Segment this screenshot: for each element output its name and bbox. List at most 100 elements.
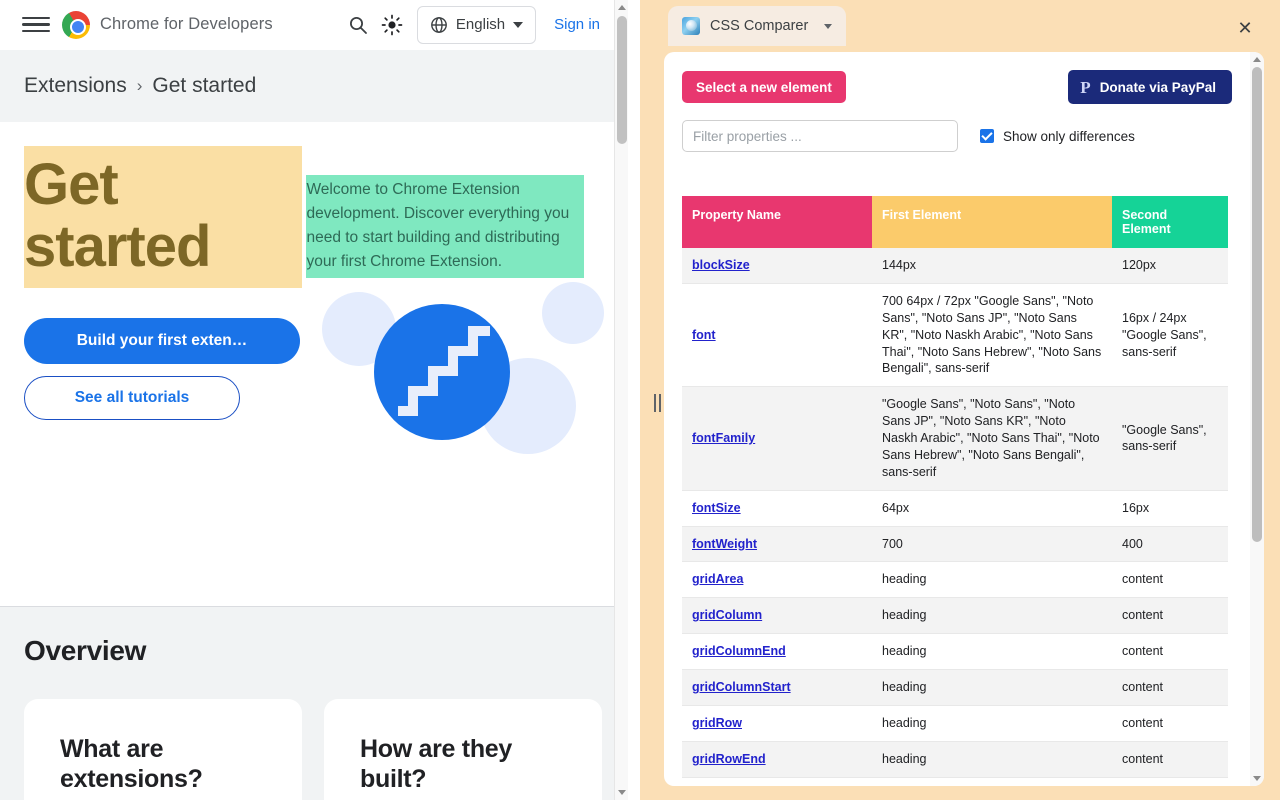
property-name-cell: fontFamily	[682, 386, 872, 491]
see-all-tutorials-button[interactable]: See all tutorials	[24, 376, 240, 421]
panel-body: Select a new element P Donate via PayPal…	[664, 52, 1264, 786]
property-name-cell: gridRowEnd	[682, 741, 872, 778]
search-icon[interactable]	[341, 8, 375, 42]
panel-tab-label: CSS Comparer	[710, 18, 809, 34]
language-selector[interactable]: English	[416, 5, 537, 44]
overview-card[interactable]: How are they built?	[324, 699, 602, 800]
scroll-down-arrow-icon[interactable]	[618, 790, 626, 795]
donate-via-paypal-button[interactable]: P Donate via PayPal	[1068, 70, 1232, 104]
page-scrollbar-thumb[interactable]	[617, 16, 627, 144]
second-element-value-cell: 400	[1112, 526, 1228, 563]
second-element-value-cell: 120px	[1112, 248, 1228, 284]
first-element-value-cell: 700 64px / 72px "Google Sans", "Noto San…	[872, 283, 1112, 388]
property-link[interactable]: gridRow	[692, 716, 742, 730]
property-link[interactable]: gridColumn	[692, 608, 762, 622]
build-first-extension-button[interactable]: Build your first exten…	[24, 318, 300, 365]
panel-content: Select a new element P Donate via PayPal…	[664, 52, 1250, 786]
table-header-row: Property Name First Element Second Eleme…	[682, 196, 1228, 248]
property-link[interactable]: gridColumnEnd	[692, 644, 786, 658]
property-link[interactable]: fontSize	[692, 501, 741, 515]
property-name-cell: gridColumn	[682, 597, 872, 635]
property-name-cell: fontSize	[682, 490, 872, 527]
panel-header: CSS Comparer ✕	[656, 0, 1280, 52]
property-link[interactable]: fontFamily	[692, 431, 755, 445]
table-body: blockSize 144px 120px font 700 64px / 72px "…	[682, 248, 1228, 778]
breadcrumb-parent[interactable]: Extensions	[24, 74, 127, 98]
property-name-cell: gridRow	[682, 705, 872, 742]
page-scrollbar[interactable]	[614, 0, 628, 800]
second-element-value-cell: 16px / 24px "Google Sans", sans-serif	[1112, 283, 1228, 388]
overview-card[interactable]: What are extensions?	[24, 699, 302, 800]
page-title: Get started	[24, 146, 302, 289]
property-link[interactable]: blockSize	[692, 258, 750, 272]
column-header-property-name: Property Name	[682, 196, 872, 248]
property-link[interactable]: fontWeight	[692, 537, 757, 551]
first-element-value-cell: 64px	[872, 490, 1112, 527]
donate-button-label: Donate via PayPal	[1099, 79, 1216, 95]
sun-icon[interactable]	[375, 8, 409, 42]
filter-properties-input[interactable]	[682, 120, 958, 152]
second-element-value-cell: content	[1112, 597, 1228, 635]
column-header-second-element: Second Element	[1112, 196, 1228, 248]
panel-tab-css-comparer[interactable]: CSS Comparer	[668, 6, 847, 46]
property-link[interactable]: gridColumnStart	[692, 680, 791, 694]
hero-divider	[0, 606, 628, 607]
second-element-value-cell: "Google Sans", sans-serif	[1112, 386, 1228, 491]
chevron-down-icon	[513, 21, 524, 28]
brand-title: Chrome for Developers	[100, 15, 273, 33]
table-head: Property Name First Element Second Eleme…	[682, 196, 1228, 248]
hamburger-icon[interactable]	[22, 11, 50, 39]
property-link[interactable]: font	[692, 328, 716, 342]
select-new-element-button[interactable]: Select a new element	[682, 71, 846, 103]
first-element-value-cell: heading	[872, 705, 1112, 742]
table-row: gridColumnEnd heading content	[682, 633, 1228, 670]
checkbox-icon[interactable]	[980, 129, 994, 143]
scroll-up-arrow-icon[interactable]	[618, 5, 626, 10]
property-name-cell: fontWeight	[682, 526, 872, 563]
screen: Chrome for Developers English Sign in Ex…	[0, 0, 1280, 800]
property-link[interactable]: gridArea	[692, 572, 743, 586]
second-element-value-cell: content	[1112, 669, 1228, 706]
table-row: fontFamily "Google Sans", "Noto Sans", "N…	[682, 386, 1228, 491]
first-element-value-cell: heading	[872, 561, 1112, 599]
table-row: gridRow heading content	[682, 705, 1228, 742]
table-row: gridRowEnd heading content	[682, 741, 1228, 778]
overview-section: Overview What are extensions? How are th…	[0, 607, 628, 800]
panel-toolbar-row: Select a new element P Donate via PayPal	[682, 70, 1250, 104]
table-row: gridColumnStart heading content	[682, 669, 1228, 706]
show-only-differences-toggle[interactable]: Show only differences	[980, 129, 1135, 144]
extension-icon	[682, 17, 700, 35]
first-element-value-cell: "Google Sans", "Noto Sans", "Noto Sans J…	[872, 386, 1112, 491]
breadcrumb-bar: Extensions › Get started	[0, 50, 628, 122]
property-name-cell: gridArea	[682, 561, 872, 599]
breadcrumb: Extensions › Get started	[24, 74, 256, 98]
table-row: font 700 64px / 72px "Google Sans", "Noto…	[682, 283, 1228, 388]
second-element-value-cell: content	[1112, 561, 1228, 599]
first-element-value-cell: heading	[872, 741, 1112, 778]
first-element-value-cell: heading	[872, 597, 1112, 635]
panel-scrollbar[interactable]	[1250, 52, 1264, 786]
stairs-icon	[398, 326, 490, 416]
sign-in-link[interactable]: Sign in	[554, 16, 600, 33]
second-element-value-cell: content	[1112, 741, 1228, 778]
chevron-down-icon[interactable]	[824, 23, 833, 29]
hero-description: Welcome to Chrome Extension development.…	[306, 175, 585, 279]
css-comparison-table-wrapper: Property Name First Element Second Eleme…	[682, 196, 1228, 778]
web-page: Chrome for Developers English Sign in Ex…	[0, 0, 628, 800]
overview-card-title: How are they built?	[360, 735, 513, 793]
property-link[interactable]: gridRowEnd	[692, 752, 766, 766]
overview-cards: What are extensions? How are they built?	[24, 699, 604, 800]
stairs-circle	[374, 304, 510, 440]
property-name-cell: blockSize	[682, 248, 872, 284]
property-name-cell: gridColumnStart	[682, 669, 872, 706]
first-element-value-cell: 144px	[872, 248, 1112, 284]
panel-scrollbar-thumb[interactable]	[1252, 67, 1262, 542]
panel-resize-handle[interactable]	[650, 392, 664, 414]
close-icon[interactable]: ✕	[1234, 17, 1256, 39]
table-row: fontWeight 700 400	[682, 526, 1228, 563]
scroll-up-arrow-icon[interactable]	[1253, 57, 1261, 62]
scroll-down-arrow-icon[interactable]	[1253, 776, 1261, 781]
first-element-value-cell: 700	[872, 526, 1112, 563]
table-row: fontSize 64px 16px	[682, 490, 1228, 527]
breadcrumb-current: Get started	[152, 74, 257, 97]
